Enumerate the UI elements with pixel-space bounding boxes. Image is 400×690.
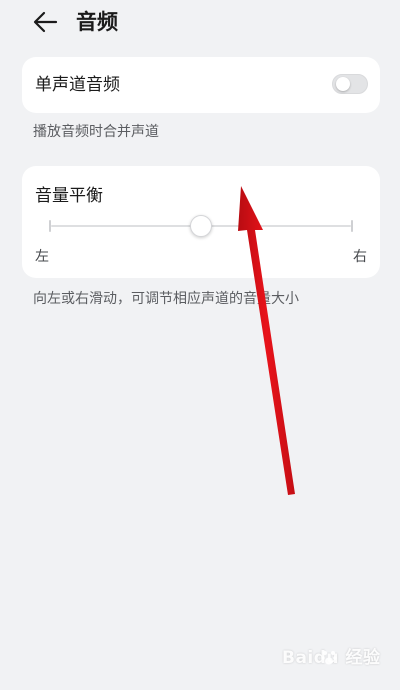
back-button[interactable]	[30, 8, 60, 36]
volume-balance-card: 音量平衡 左 右	[22, 166, 380, 278]
mono-audio-label: 单声道音频	[35, 75, 120, 95]
baidu-jingyan-watermark: Baidu 经验	[282, 645, 392, 671]
left-channel-label: 左	[35, 249, 49, 265]
volume-balance-hint: 向左或右滑动，可调节相应声道的音量大小	[33, 291, 299, 307]
slider-thumb[interactable]	[190, 215, 212, 237]
slider-right-end-tick	[351, 220, 353, 232]
app-header: 音频	[0, 0, 400, 46]
mono-audio-card: 单声道音频	[22, 57, 380, 113]
volume-balance-label: 音量平衡	[35, 186, 103, 206]
right-channel-label: 右	[353, 249, 367, 265]
slider-left-end-tick	[49, 220, 51, 232]
baidu-paw-icon	[321, 651, 337, 665]
mono-audio-hint: 播放音频时合并声道	[33, 124, 159, 140]
page-title: 音频	[76, 10, 118, 34]
toggle-knob	[336, 77, 350, 91]
mono-audio-toggle[interactable]	[332, 74, 368, 94]
arrow-left-icon	[33, 11, 58, 33]
volume-balance-slider[interactable]	[49, 213, 353, 239]
